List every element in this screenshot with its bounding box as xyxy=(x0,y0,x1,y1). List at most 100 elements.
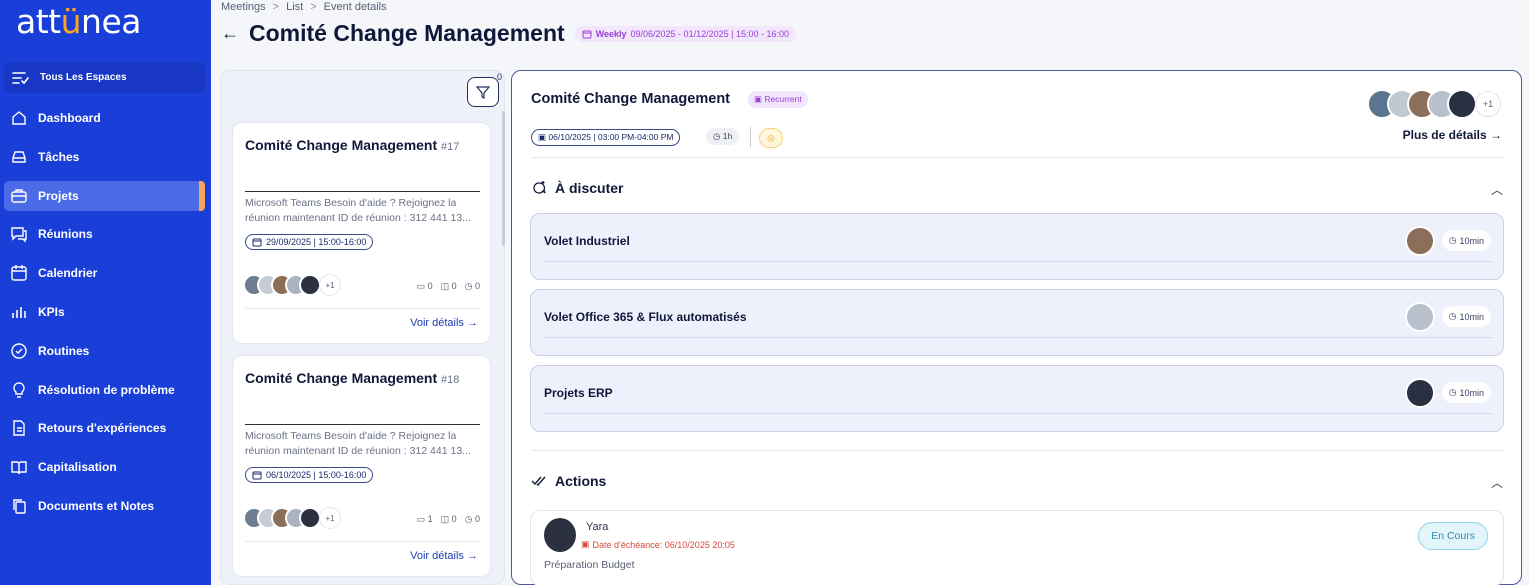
sidebar-nav: Dashboard Tâches Projets Réunions Calend… xyxy=(4,103,205,530)
action-item[interactable]: Yara ▣ Date d'échéance: 06/10/2025 20:05 … xyxy=(530,510,1504,585)
sidebar-item-label: Calendrier xyxy=(38,266,98,281)
avatar xyxy=(299,507,321,529)
meeting-card-number: #17 xyxy=(441,141,460,153)
event-detail-panel: Comité Change Management ▣ Recurrent ▣ 0… xyxy=(511,70,1522,585)
sidebar-item-retours[interactable]: Retours d'expériences xyxy=(4,413,205,443)
sidebar-item-documents[interactable]: Documents et Notes xyxy=(4,491,205,521)
sidebar: attünea Tous Les Espaces Dashboard Tâche… xyxy=(0,0,211,585)
action-due-date: ▣ Date d'échéance: 06/10/2025 20:05 xyxy=(581,539,735,550)
meeting-card-counters: ▭ 0 ◫ 0 ◷ 0 xyxy=(417,281,480,292)
sidebar-item-taches[interactable]: Tâches xyxy=(4,142,205,172)
participant-avatars[interactable]: +1 xyxy=(1367,89,1501,119)
divider xyxy=(245,424,480,425)
topic-name: Projets ERP xyxy=(544,386,613,400)
list-scrollbar[interactable] xyxy=(502,111,505,246)
participant-avatars[interactable]: +1 xyxy=(243,274,341,296)
discuss-section-header[interactable]: À discuter xyxy=(531,180,623,196)
avatar xyxy=(1447,89,1477,119)
more-participants-badge: +1 xyxy=(319,274,341,296)
actions-section-header[interactable]: Actions xyxy=(531,473,606,489)
schedule-frequency: Weekly xyxy=(595,28,627,39)
event-title: Comité Change Management xyxy=(531,91,730,107)
sidebar-item-capitalisation[interactable]: Capitalisation xyxy=(4,452,205,482)
discussion-topic[interactable]: Volet Office 365 & Flux automatisés ◷ 10m… xyxy=(530,289,1504,356)
sidebar-item-kpis[interactable]: KPIs xyxy=(4,297,205,327)
more-details-link[interactable]: Plus de détails → xyxy=(1403,128,1502,142)
schedule-range: 09/06/2025 - 01/12/2025 | 15:00 - 16:00 xyxy=(630,28,789,39)
lightbulb-icon xyxy=(13,381,25,398)
sidebar-item-resolution[interactable]: Résolution de problème xyxy=(4,375,205,405)
calendar-icon xyxy=(252,471,262,480)
title-row: ← Comité Change Management Weekly 09/06/… xyxy=(221,20,796,47)
topic-duration-text: 10min xyxy=(1459,235,1484,246)
calendar-alert-icon: ▣ xyxy=(581,539,590,549)
topic-duration: ◷ 10min xyxy=(1441,306,1491,327)
calendar-icon xyxy=(252,238,262,247)
sidebar-item-calendrier[interactable]: Calendrier xyxy=(4,258,205,288)
chevron-right-icon: > xyxy=(272,1,280,13)
meeting-card-description: Microsoft Teams Besoin d'aide ? Rejoigne… xyxy=(245,197,471,224)
chevron-up-icon[interactable]: ︿ xyxy=(1491,474,1503,491)
meeting-card-counters: ▭ 1 ◫ 0 ◷ 0 xyxy=(417,514,480,525)
actions-section-title: Actions xyxy=(555,473,607,489)
meeting-card-number: #18 xyxy=(441,374,460,386)
check-circle-icon xyxy=(11,343,27,359)
discuss-section-title: À discuter xyxy=(555,180,624,196)
breadcrumb-list[interactable]: List xyxy=(286,1,303,13)
tray-icon xyxy=(12,151,26,163)
more-participants-badge: +1 xyxy=(319,507,341,529)
location-pin-icon[interactable]: ◎ xyxy=(759,128,783,148)
action-assignee: Yara xyxy=(586,521,609,533)
sidebar-item-label: Retours d'expériences xyxy=(38,421,167,436)
app-logo[interactable]: attünea xyxy=(16,2,141,41)
document-icon xyxy=(13,420,25,437)
chevron-up-icon[interactable]: ︿ xyxy=(1491,181,1503,198)
sidebar-item-label: Dashboard xyxy=(38,111,101,125)
avatar xyxy=(1405,302,1435,332)
bar-chart-icon xyxy=(12,306,26,318)
divider xyxy=(543,413,1493,414)
sidebar-item-projets[interactable]: Projets xyxy=(4,180,205,211)
divider xyxy=(245,308,480,309)
attachment-counter: ▭ 1 xyxy=(416,514,433,524)
meeting-card-date-text: 06/10/2025 | 15:00-16:00 xyxy=(266,470,367,480)
meeting-card-date: 29/09/2025 | 15:00-16:00 xyxy=(245,234,374,250)
action-description: Préparation Budget xyxy=(544,559,635,571)
sidebar-item-label: KPIs xyxy=(38,304,65,319)
avatar xyxy=(299,274,321,296)
topic-duration-text: 10min xyxy=(1459,387,1484,398)
meeting-card-date: 06/10/2025 | 15:00-16:00 xyxy=(245,467,374,483)
back-arrow-icon[interactable]: ← xyxy=(221,23,239,44)
app: attünea Tous Les Espaces Dashboard Tâche… xyxy=(0,0,1529,585)
view-details-link[interactable]: Voir détails → xyxy=(410,550,478,562)
filter-count: 0 xyxy=(497,72,503,82)
clock-icon: ◷ xyxy=(713,131,721,141)
task-counter: ◷ 0 xyxy=(464,514,480,524)
filter-button[interactable] xyxy=(467,77,499,107)
meeting-card[interactable]: Comité Change Management #17 Microsoft T… xyxy=(232,122,491,344)
space-selector-label: Tous Les Espaces xyxy=(40,72,127,83)
discussion-topic[interactable]: Volet Industriel ◷ 10min xyxy=(530,213,1504,280)
sidebar-item-dashboard[interactable]: Dashboard xyxy=(4,103,205,133)
meeting-card[interactable]: Comité Change Management #18 Microsoft T… xyxy=(232,355,491,577)
topic-name: Volet Industriel xyxy=(544,234,630,248)
status-badge[interactable]: En Cours xyxy=(1418,522,1488,550)
meeting-list-panel: 0 Comité Change Management #17 Microsoft… xyxy=(220,70,505,585)
discussion-topic[interactable]: Projets ERP ◷ 10min xyxy=(530,365,1504,432)
view-details-link[interactable]: Voir détails → xyxy=(410,317,478,329)
recurrent-badge: ▣ Recurrent xyxy=(748,91,808,108)
divider xyxy=(245,191,480,192)
space-selector[interactable]: Tous Les Espaces xyxy=(4,62,205,93)
sidebar-item-reunions[interactable]: Réunions xyxy=(4,219,205,249)
briefcase-icon xyxy=(11,188,27,203)
breadcrumb-meetings[interactable]: Meetings xyxy=(221,1,266,13)
avatar xyxy=(544,518,576,552)
divider xyxy=(543,261,1493,262)
comment-count: 0 xyxy=(451,281,457,291)
event-duration: ◷ 1h xyxy=(706,128,740,145)
event-date-text: 06/10/2025 | 03:00 PM-04:00 PM xyxy=(548,132,674,142)
sidebar-item-routines[interactable]: Routines xyxy=(4,336,205,366)
event-date: ▣ 06/10/2025 | 03:00 PM-04:00 PM xyxy=(531,129,681,146)
sidebar-item-label: Résolution de problème xyxy=(38,382,175,397)
participant-avatars[interactable]: +1 xyxy=(243,507,341,529)
